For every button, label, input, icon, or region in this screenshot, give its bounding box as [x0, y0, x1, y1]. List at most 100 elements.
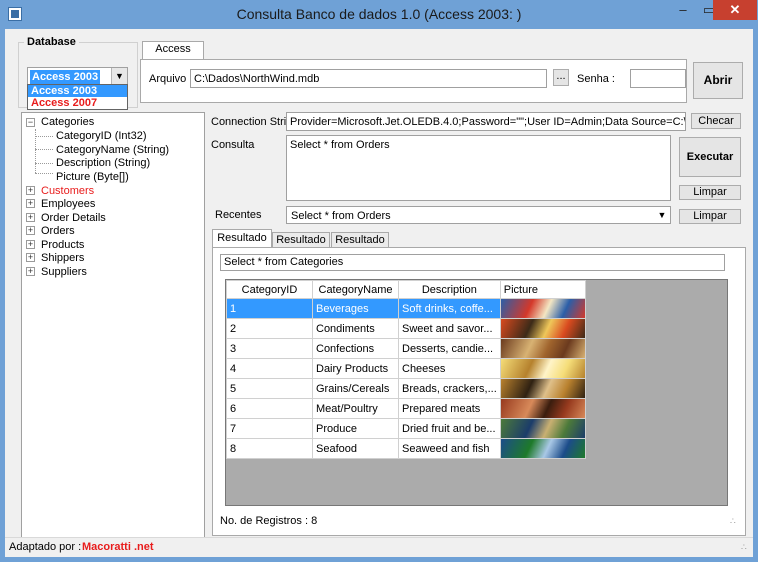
table-cell[interactable]: Cheeses	[398, 358, 501, 379]
tree-node-shippers[interactable]: Shippers	[41, 252, 84, 264]
tree-node-field[interactable]: CategoryName (String)	[56, 144, 169, 156]
tree-connector	[35, 173, 53, 174]
table-row[interactable]: 6 Meat/Poultry Prepared meats	[226, 398, 586, 419]
collapse-icon[interactable]: −	[26, 118, 35, 127]
table-cell[interactable]: 2	[226, 318, 313, 339]
tab-resultado-2[interactable]: Resultado 2	[272, 232, 330, 260]
chevron-down-icon[interactable]: ▼	[654, 207, 670, 223]
close-button[interactable]: ✕	[713, 0, 757, 20]
executar-button[interactable]: Executar	[679, 137, 741, 177]
tree-node-order-details[interactable]: Order Details	[41, 212, 106, 224]
recentes-select[interactable]: Select * from Orders ▼	[286, 206, 671, 224]
resize-grip-icon[interactable]: ∴	[741, 543, 751, 555]
tree-node-customers[interactable]: Customers	[41, 185, 94, 197]
expand-icon[interactable]: +	[26, 253, 35, 262]
picture-cell[interactable]	[499, 438, 586, 459]
column-header[interactable]: CategoryName	[312, 280, 399, 299]
table-row[interactable]: 2 Condiments Sweet and savor...	[226, 318, 586, 339]
table-row[interactable]: 7 Produce Dried fruit and be...	[226, 418, 586, 439]
category-picture	[501, 379, 585, 398]
senha-input[interactable]	[630, 69, 686, 88]
category-picture	[501, 339, 585, 358]
column-header[interactable]: Picture	[499, 280, 586, 299]
schema-tree[interactable]: − Categories CategoryID (Int32) Category…	[21, 112, 205, 541]
table-row[interactable]: 8 Seafood Seaweed and fish	[226, 438, 586, 459]
table-row[interactable]: 3 Confections Desserts, candie...	[226, 338, 586, 359]
column-header[interactable]: CategoryID	[226, 280, 313, 299]
resize-grip-icon[interactable]: ∴	[730, 517, 740, 529]
browse-button[interactable]: ...	[553, 69, 569, 86]
table-cell[interactable]: 5	[226, 378, 313, 399]
table-cell[interactable]: Beverages	[312, 298, 399, 319]
database-option-access-2003[interactable]: Access 2003	[28, 85, 127, 97]
table-cell[interactable]: Dried fruit and be...	[398, 418, 501, 439]
table-cell[interactable]: Dairy Products	[312, 358, 399, 379]
tab-resultado-3[interactable]: Resultado 3	[331, 232, 389, 260]
expand-icon[interactable]: +	[26, 240, 35, 249]
limpar-recentes-button[interactable]: Limpar	[679, 209, 741, 224]
database-option-access-2007[interactable]: Access 2007	[28, 97, 127, 109]
table-cell[interactable]: Prepared meats	[398, 398, 501, 419]
abrir-button[interactable]: Abrir	[693, 62, 743, 99]
tree-node-field[interactable]: CategoryID (Int32)	[56, 130, 146, 142]
table-cell[interactable]: Meat/Poultry	[312, 398, 399, 419]
picture-cell[interactable]	[499, 358, 586, 379]
table-cell[interactable]: 4	[226, 358, 313, 379]
picture-cell[interactable]	[499, 298, 586, 319]
arquivo-input[interactable]: C:\Dados\NorthWind.mdb	[190, 69, 547, 88]
table-cell[interactable]: Condiments	[312, 318, 399, 339]
column-header[interactable]: Description	[398, 280, 501, 299]
category-picture	[501, 319, 585, 338]
tab-resultado-1[interactable]: Resultado 1	[212, 229, 272, 261]
expand-icon[interactable]: +	[26, 186, 35, 195]
tree-node-suppliers[interactable]: Suppliers	[41, 266, 87, 278]
table-cell[interactable]: Desserts, candie...	[398, 338, 501, 359]
result-query-input[interactable]: Select * from Categories	[220, 254, 725, 271]
table-cell[interactable]: Breads, crackers,...	[398, 378, 501, 399]
table-cell[interactable]: 1	[226, 298, 313, 319]
tab-access-2003[interactable]: Access 2003	[142, 41, 204, 70]
picture-cell[interactable]	[499, 338, 586, 359]
expand-icon[interactable]: +	[26, 267, 35, 276]
limpar-consulta-button[interactable]: Limpar	[679, 185, 741, 200]
table-cell[interactable]: 3	[226, 338, 313, 359]
table-cell[interactable]: Grains/Cereals	[312, 378, 399, 399]
tree-node-field[interactable]: Description (String)	[56, 157, 150, 169]
tree-node-orders[interactable]: Orders	[41, 225, 75, 237]
picture-cell[interactable]	[499, 378, 586, 399]
category-picture	[501, 419, 585, 438]
table-cell[interactable]: Soft drinks, coffe...	[398, 298, 501, 319]
picture-cell[interactable]	[499, 418, 586, 439]
connection-string-input[interactable]: Provider=Microsoft.Jet.OLEDB.4.0;Passwor…	[286, 112, 686, 131]
title-bar[interactable]: Consulta Banco de dados 1.0 (Access 2003…	[0, 0, 758, 28]
minimize-button[interactable]: –	[670, 0, 696, 20]
tree-node-employees[interactable]: Employees	[41, 198, 95, 210]
table-cell[interactable]: 6	[226, 398, 313, 419]
table-cell[interactable]: Seaweed and fish	[398, 438, 501, 459]
table-cell[interactable]: Sweet and savor...	[398, 318, 501, 339]
consulta-textarea[interactable]: Select * from Orders	[286, 135, 671, 201]
expand-icon[interactable]: +	[26, 226, 35, 235]
table-row[interactable]: 1 Beverages Soft drinks, coffe...	[226, 298, 586, 319]
recentes-selected-value: Select * from Orders	[291, 210, 391, 222]
table-cell[interactable]: 7	[226, 418, 313, 439]
picture-cell[interactable]	[499, 318, 586, 339]
expand-icon[interactable]: +	[26, 199, 35, 208]
table-cell[interactable]: Confections	[312, 338, 399, 359]
tree-node-products[interactable]: Products	[41, 239, 84, 251]
results-grid[interactable]: CategoryID CategoryName Description Pict…	[225, 279, 728, 506]
results-table: CategoryID CategoryName Description Pict…	[226, 280, 586, 459]
tree-node-field[interactable]: Picture (Byte[])	[56, 171, 129, 183]
database-dropdown-list[interactable]: Access 2003 Access 2007	[27, 84, 128, 110]
chevron-down-icon[interactable]: ▼	[111, 68, 127, 84]
tree-node-categories[interactable]: Categories	[41, 116, 94, 128]
table-cell[interactable]: 8	[226, 438, 313, 459]
picture-cell[interactable]	[499, 398, 586, 419]
table-row[interactable]: 5 Grains/Cereals Breads, crackers,...	[226, 378, 586, 399]
database-select[interactable]: Access 2003 ▼	[27, 67, 128, 85]
table-row[interactable]: 4 Dairy Products Cheeses	[226, 358, 586, 379]
table-cell[interactable]: Produce	[312, 418, 399, 439]
checar-button[interactable]: Checar	[691, 113, 741, 129]
expand-icon[interactable]: +	[26, 213, 35, 222]
table-cell[interactable]: Seafood	[312, 438, 399, 459]
